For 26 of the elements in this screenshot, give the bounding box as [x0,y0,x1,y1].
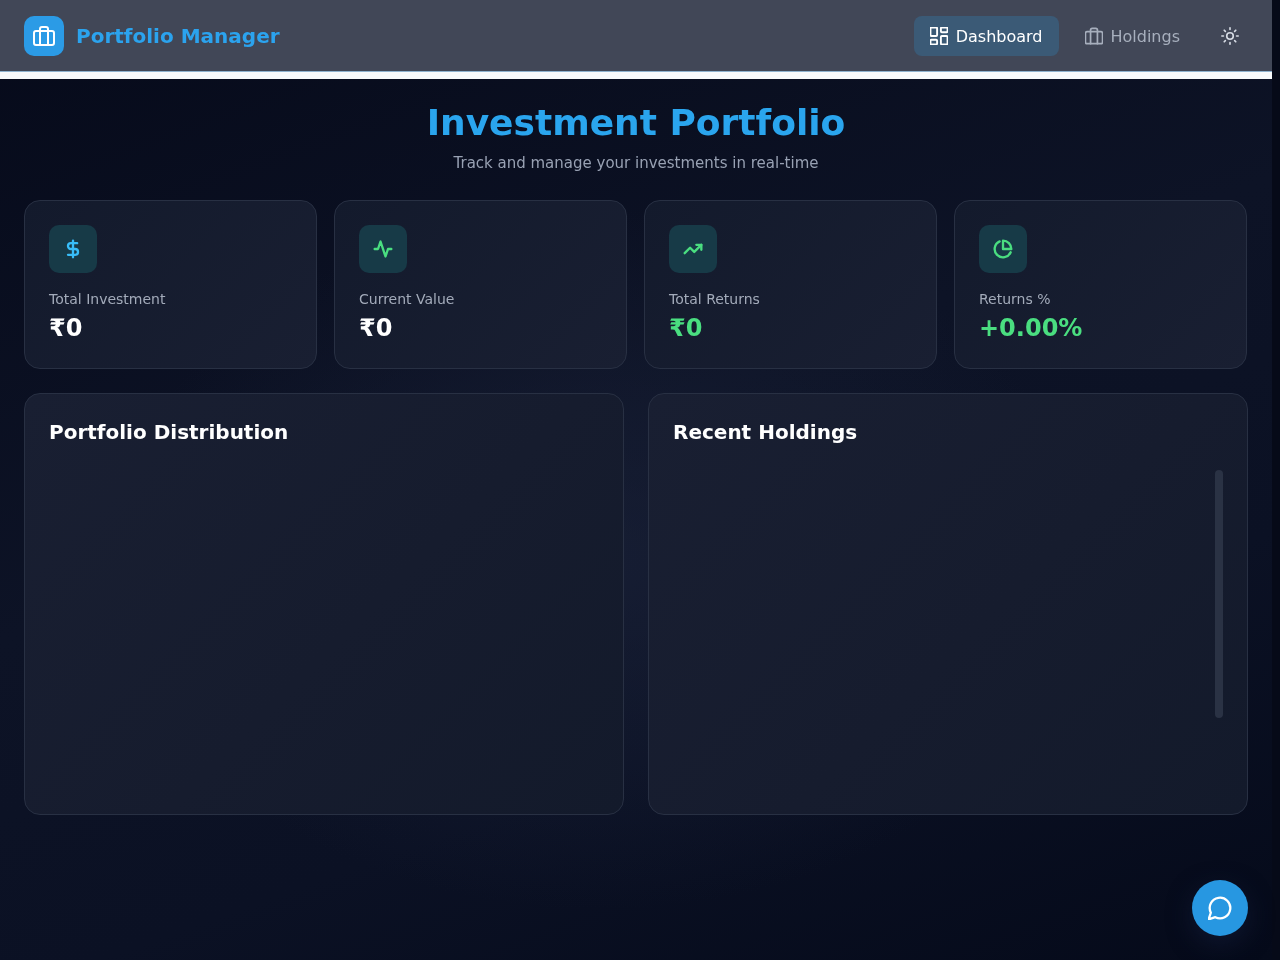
stat-value: ₹0 [49,313,84,343]
sun-icon [1221,27,1239,45]
page-title: Investment Portfolio [425,101,847,145]
dollar-icon [49,225,97,273]
panel-title: Recent Holdings [673,419,859,446]
briefcase-icon [1084,27,1103,45]
app-title: Portfolio Manager [76,24,280,48]
briefcase-icon [24,16,64,56]
stat-label: Current Value [359,290,456,309]
stat-value: ₹0 [669,313,704,343]
stat-label: Returns % [979,290,1052,309]
panel-title: Portfolio Distribution [49,419,290,446]
stat-label: Total Returns [669,290,761,309]
scrollbar-thumb[interactable] [1215,470,1223,718]
stat-value: ₹0 [359,313,394,343]
pie-chart-icon [979,225,1027,273]
chat-button[interactable] [1192,880,1248,936]
stat-value: +0.00% [979,313,1084,343]
trend-up-icon [669,225,717,273]
dashboard-icon [929,27,948,45]
chat-bubble-icon [1208,896,1232,920]
page-subtitle: Track and manage your investments in real-time [452,153,820,173]
nav-tab[interactable]: Dashboard [913,16,1059,56]
stat-label: Total Investment [49,290,167,309]
pulse-icon [359,225,407,273]
nav-tab[interactable]: Holdings [1068,16,1196,56]
